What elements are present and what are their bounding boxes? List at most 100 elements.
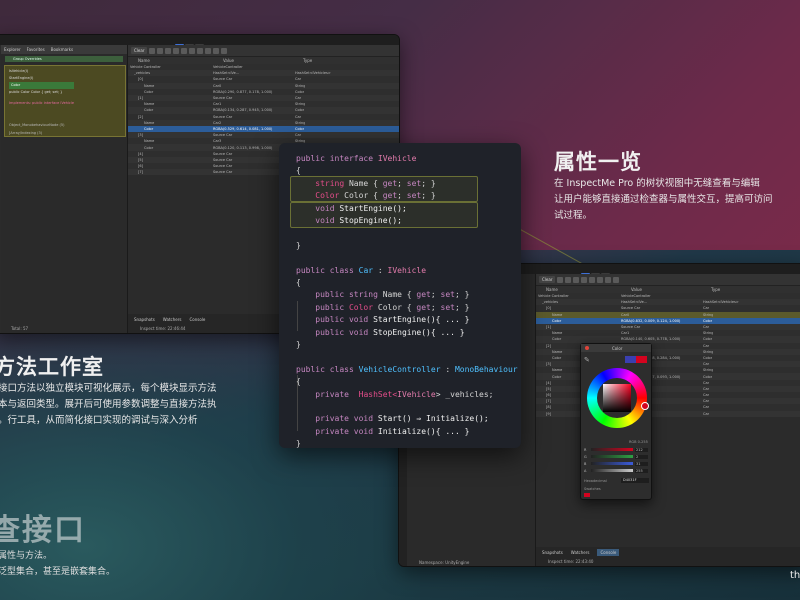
code-token: StopEngine(); — [339, 216, 402, 225]
col-value[interactable]: Value — [631, 287, 711, 292]
tab-favorites[interactable]: Favorites — [27, 47, 45, 52]
col-value[interactable]: Value — [223, 58, 303, 63]
node-item[interactable]: IsVehicle(I) — [9, 68, 74, 75]
clear-button[interactable]: Clear — [539, 276, 556, 283]
left-toolbar: Clear — [128, 45, 399, 57]
cell-name: Color — [144, 89, 154, 94]
code-token: Color — [296, 191, 345, 201]
tab-watchers[interactable]: Watchers — [163, 317, 182, 322]
cell-value: Car0 — [213, 83, 222, 88]
tool-icon[interactable] — [597, 276, 604, 283]
col-name[interactable]: Name — [128, 58, 223, 63]
search-box[interactable]: Group Overrides — [5, 56, 123, 62]
tool-icon[interactable] — [197, 47, 204, 54]
tool-icon[interactable] — [573, 276, 580, 283]
tool-icon[interactable] — [173, 47, 180, 54]
cell-value: Source Car — [213, 96, 233, 101]
tool-icon[interactable] — [157, 47, 164, 54]
channel-slider[interactable] — [591, 448, 633, 451]
cell-name: [5] — [138, 157, 143, 162]
clear-button[interactable]: Clear — [131, 47, 148, 54]
tool-icon[interactable] — [581, 276, 588, 283]
channel-value[interactable]: 212 — [635, 447, 648, 452]
cell-type: String — [295, 102, 306, 107]
tool-icon[interactable] — [221, 47, 228, 54]
tool-icon[interactable] — [213, 47, 220, 54]
code-line: public class VehicleController : MonoBeh… — [296, 364, 518, 376]
hue-handle[interactable] — [641, 402, 649, 410]
tool-icon[interactable] — [565, 276, 572, 283]
hex-input[interactable]: D4031F — [621, 478, 649, 483]
code-token: set — [406, 178, 422, 188]
code-token: set — [406, 191, 422, 201]
tab-console[interactable]: Console — [597, 548, 620, 556]
tool-icon[interactable] — [557, 276, 564, 283]
cell-value: RGBA(0.832, 0.009, 0.124, 1.000) — [621, 318, 681, 323]
properties-description: 在 InspectMe Pro 的树状视图中无缝查看与编辑 让用户能够直接通过检… — [554, 176, 773, 224]
code-token: ; — [430, 290, 441, 300]
node-item[interactable]: StartEngine(I) — [9, 75, 74, 82]
tool-icon[interactable] — [181, 47, 188, 54]
cell-name: [2] — [138, 114, 143, 119]
tool-icon[interactable] — [613, 276, 620, 283]
saturation-square[interactable] — [603, 384, 631, 412]
code-token: void — [296, 216, 340, 225]
tab-console[interactable]: Console — [189, 317, 205, 322]
tool-icon[interactable] — [205, 47, 212, 54]
table-row[interactable]: [9] Car — [536, 410, 800, 417]
left-top-bar — [0, 35, 399, 51]
channel-value[interactable]: 2 — [635, 454, 648, 459]
col-type[interactable]: Type — [711, 287, 720, 292]
cell-type: String — [703, 349, 714, 354]
channel-sliders: R 212 G 2 B 31 A 255 — [584, 446, 648, 474]
node-item[interactable]: [Array/Indexing (3) — [9, 129, 64, 137]
channel-row: G2 — [584, 453, 648, 460]
node-item[interactable]: Object_MonobehaviourNode (5) — [9, 121, 64, 129]
tool-icon[interactable] — [149, 47, 156, 54]
swatch[interactable] — [584, 493, 590, 497]
right-toolbar: Clear — [536, 274, 800, 286]
node-item[interactable]: Color — [9, 82, 74, 89]
channel-slider[interactable] — [591, 455, 633, 458]
close-icon[interactable] — [585, 346, 589, 350]
cell-value: Source Car — [213, 133, 233, 138]
tool-icon[interactable] — [189, 47, 196, 54]
channel-row: A 255 — [584, 467, 648, 474]
code-token: void — [296, 203, 340, 213]
col-type[interactable]: Type — [303, 58, 312, 63]
tab-snapshots[interactable]: Snapshots — [134, 317, 155, 322]
cell-value: Source Car — [621, 325, 641, 330]
code-token: StopEngine(){ ... } — [373, 327, 465, 337]
col-name[interactable]: Name — [536, 287, 631, 292]
tab-explorer[interactable]: Explorer — [4, 47, 21, 52]
cell-value: RGBA(0.529, 0.614, 0.081, 1.000) — [213, 126, 273, 131]
code-token: Initialize(){ ... } — [377, 426, 470, 436]
mode-label[interactable]: RGB 0-255 — [629, 440, 648, 444]
swatches-label[interactable]: Swatches — [584, 487, 601, 491]
cell-value: HashSet<IVe... — [213, 71, 240, 76]
tab-snapshots[interactable]: Snapshots — [542, 550, 563, 555]
tool-icon[interactable] — [589, 276, 596, 283]
channel-slider[interactable] — [591, 469, 633, 472]
hex-label: Hexadecimal — [584, 479, 607, 483]
cell-name: _vehicles — [134, 71, 151, 76]
right-table-rows: Vehicle Controller VehicleController _vehi… — [536, 293, 800, 417]
cell-name: [1] — [138, 96, 143, 101]
tool-icon[interactable] — [165, 47, 172, 54]
table-header: Name Value Type — [536, 286, 800, 293]
cell-value: Car1 — [213, 102, 222, 107]
channel-slider[interactable] — [591, 462, 633, 465]
channel-value[interactable]: 255 — [635, 468, 648, 473]
cell-type: Color — [703, 318, 713, 323]
cell-value: RGBA(0.140, 0.605, 0.778, 1.000) — [621, 337, 681, 342]
code-token: public void — [296, 327, 374, 337]
total-count: Total: 57 — [11, 326, 29, 331]
inspect-time: Inspect time: 22:46:44 — [140, 326, 186, 331]
tab-watchers[interactable]: Watchers — [571, 550, 590, 555]
tool-icon[interactable] — [605, 276, 612, 283]
eyedropper-icon[interactable]: ✎ — [584, 356, 590, 364]
tab-bookmarks[interactable]: Bookmarks — [51, 47, 73, 52]
hue-wheel[interactable] — [587, 368, 649, 428]
code-token: { — [296, 278, 301, 287]
channel-value[interactable]: 31 — [635, 461, 648, 466]
